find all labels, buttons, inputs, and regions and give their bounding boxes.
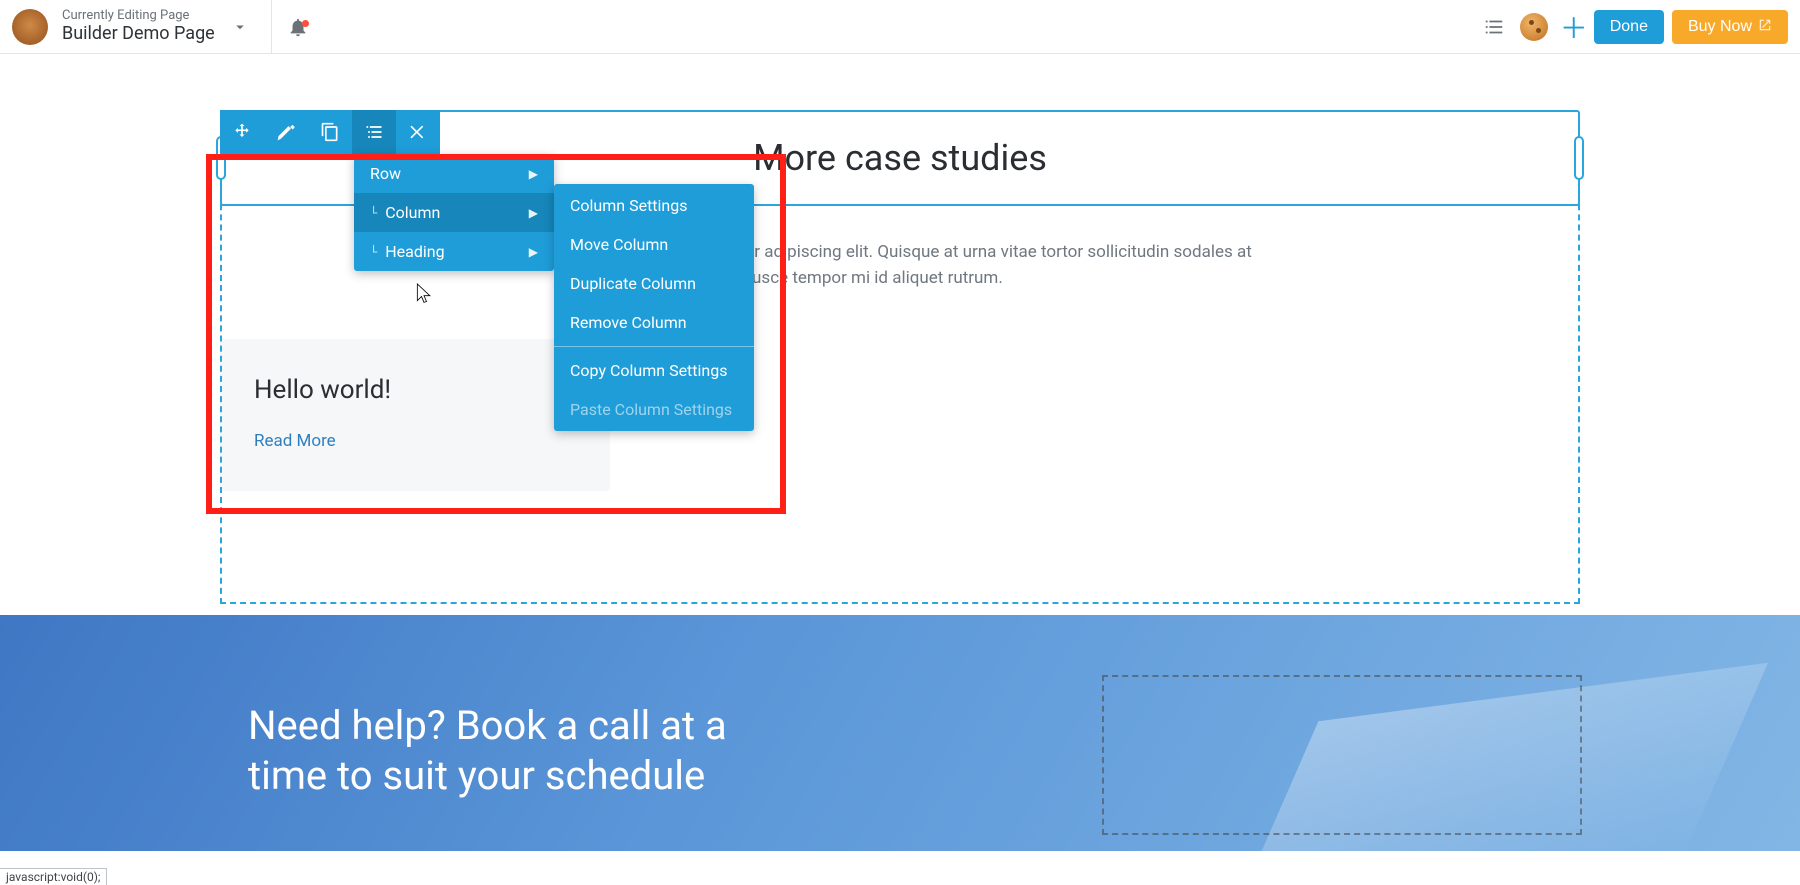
notification-dot [302, 20, 309, 27]
outline-panel-icon[interactable] [1474, 16, 1514, 38]
page-switcher-chevron[interactable] [215, 18, 265, 36]
hero-image-placeholder[interactable] [1102, 675, 1582, 835]
submenu-move-column[interactable]: Move Column [554, 225, 754, 264]
tree-item-heading[interactable]: └Heading ▶ [354, 232, 554, 271]
duplicate-icon[interactable] [308, 110, 352, 154]
resize-handle-right[interactable] [1574, 136, 1584, 180]
buy-now-button[interactable]: Buy Now [1672, 10, 1788, 44]
post-card[interactable]: Hello world! Read More [220, 339, 610, 491]
submenu-column-settings[interactable]: Column Settings [554, 186, 754, 225]
add-module-icon[interactable]: ＋ [1554, 7, 1594, 47]
move-icon[interactable] [220, 110, 264, 154]
buy-now-label: Buy Now [1688, 18, 1752, 36]
submenu-copy-column-settings[interactable]: Copy Column Settings [554, 351, 754, 390]
heading-text[interactable]: More case studies [753, 137, 1047, 179]
read-more-link[interactable]: Read More [254, 431, 336, 451]
hero-heading[interactable]: Need help? Book a call at a time to suit… [248, 701, 760, 801]
submenu-remove-column[interactable]: Remove Column [554, 303, 754, 342]
chevron-right-icon: ▶ [529, 206, 538, 220]
page-title: Builder Demo Page [62, 24, 215, 45]
cookie-icon[interactable] [1514, 13, 1554, 41]
chevron-right-icon: ▶ [529, 167, 538, 181]
module-action-toolbar [220, 110, 440, 154]
external-link-icon [1758, 18, 1772, 35]
beaver-logo [12, 9, 48, 45]
breadcrumb-tree-menu: Row ▶ └Column ▶ └Heading ▶ [354, 154, 554, 271]
editor-canvas: Row ▶ └Column ▶ └Heading ▶ Column Settin… [0, 54, 1800, 868]
done-button[interactable]: Done [1594, 10, 1664, 44]
chevron-right-icon: ▶ [529, 245, 538, 259]
outline-tree-icon[interactable] [352, 110, 396, 154]
tree-item-column[interactable]: └Column ▶ [354, 193, 554, 232]
submenu-separator [554, 346, 754, 347]
remove-icon[interactable] [396, 110, 440, 154]
cta-hero-section: Need help? Book a call at a time to suit… [0, 615, 1800, 851]
settings-icon[interactable] [264, 110, 308, 154]
column-context-submenu: Column Settings Move Column Duplicate Co… [554, 184, 754, 431]
tree-item-row[interactable]: Row ▶ [354, 154, 554, 193]
top-toolbar: Currently Editing Page Builder Demo Page… [0, 0, 1800, 54]
submenu-duplicate-column[interactable]: Duplicate Column [554, 264, 754, 303]
browser-status-bar: javascript:void(0); [0, 868, 107, 885]
status-text: javascript:void(0); [6, 870, 100, 884]
card-title: Hello world! [254, 375, 576, 405]
divider [271, 0, 272, 54]
editing-label: Currently Editing Page [62, 9, 215, 24]
submenu-paste-column-settings: Paste Column Settings [554, 390, 754, 429]
selected-heading-module[interactable]: Row ▶ └Column ▶ └Heading ▶ Column Settin… [220, 110, 1580, 206]
page-title-block[interactable]: Currently Editing Page Builder Demo Page [62, 9, 215, 45]
notifications-icon[interactable] [278, 16, 318, 38]
